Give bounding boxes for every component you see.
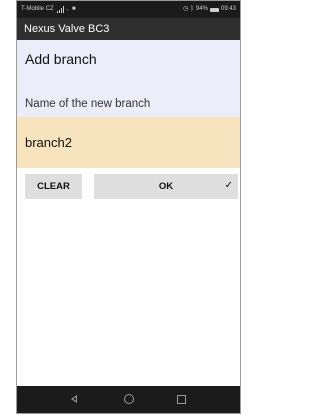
carrier-label: T-Mobile CZ bbox=[21, 6, 54, 12]
navigation-bar bbox=[17, 386, 240, 413]
branch-name-input[interactable]: branch2 bbox=[17, 117, 240, 168]
clear-button-label: CLEAR bbox=[37, 181, 70, 192]
status-right: ◷ ᛒ 94% 09:43 bbox=[183, 1, 236, 18]
branch-name-label: Name of the new branch bbox=[17, 86, 240, 117]
battery-percent: 94% bbox=[195, 6, 208, 12]
ok-button[interactable]: OK ✓ bbox=[94, 174, 238, 199]
app-bar-title: Nexus Valve BC3 bbox=[17, 18, 240, 40]
battery-icon bbox=[209, 7, 219, 12]
bluetooth-icon: ᛒ bbox=[190, 6, 194, 12]
status-left: T-Mobile CZ ◟ ■ bbox=[21, 1, 76, 18]
check-icon: ✓ bbox=[224, 180, 233, 191]
dialog-title: Add branch bbox=[17, 40, 240, 86]
status-bar: T-Mobile CZ ◟ ■ ◷ ᛒ 94% 09:43 bbox=[17, 1, 240, 18]
clock: 09:43 bbox=[220, 6, 236, 12]
alarm-icon: ◷ bbox=[183, 6, 189, 12]
home-icon[interactable] bbox=[124, 394, 134, 404]
phone-screen: T-Mobile CZ ◟ ■ ◷ ᛒ 94% 09:43 Nexus Valv… bbox=[16, 0, 241, 414]
back-icon[interactable] bbox=[71, 395, 77, 403]
recents-icon[interactable] bbox=[177, 395, 186, 404]
ok-button-label: OK bbox=[158, 181, 174, 192]
notification-icon: ■ bbox=[72, 6, 76, 12]
wifi-icon: ◟ bbox=[66, 6, 69, 12]
signal-icon bbox=[56, 6, 64, 13]
clear-button[interactable]: CLEAR bbox=[25, 174, 82, 199]
